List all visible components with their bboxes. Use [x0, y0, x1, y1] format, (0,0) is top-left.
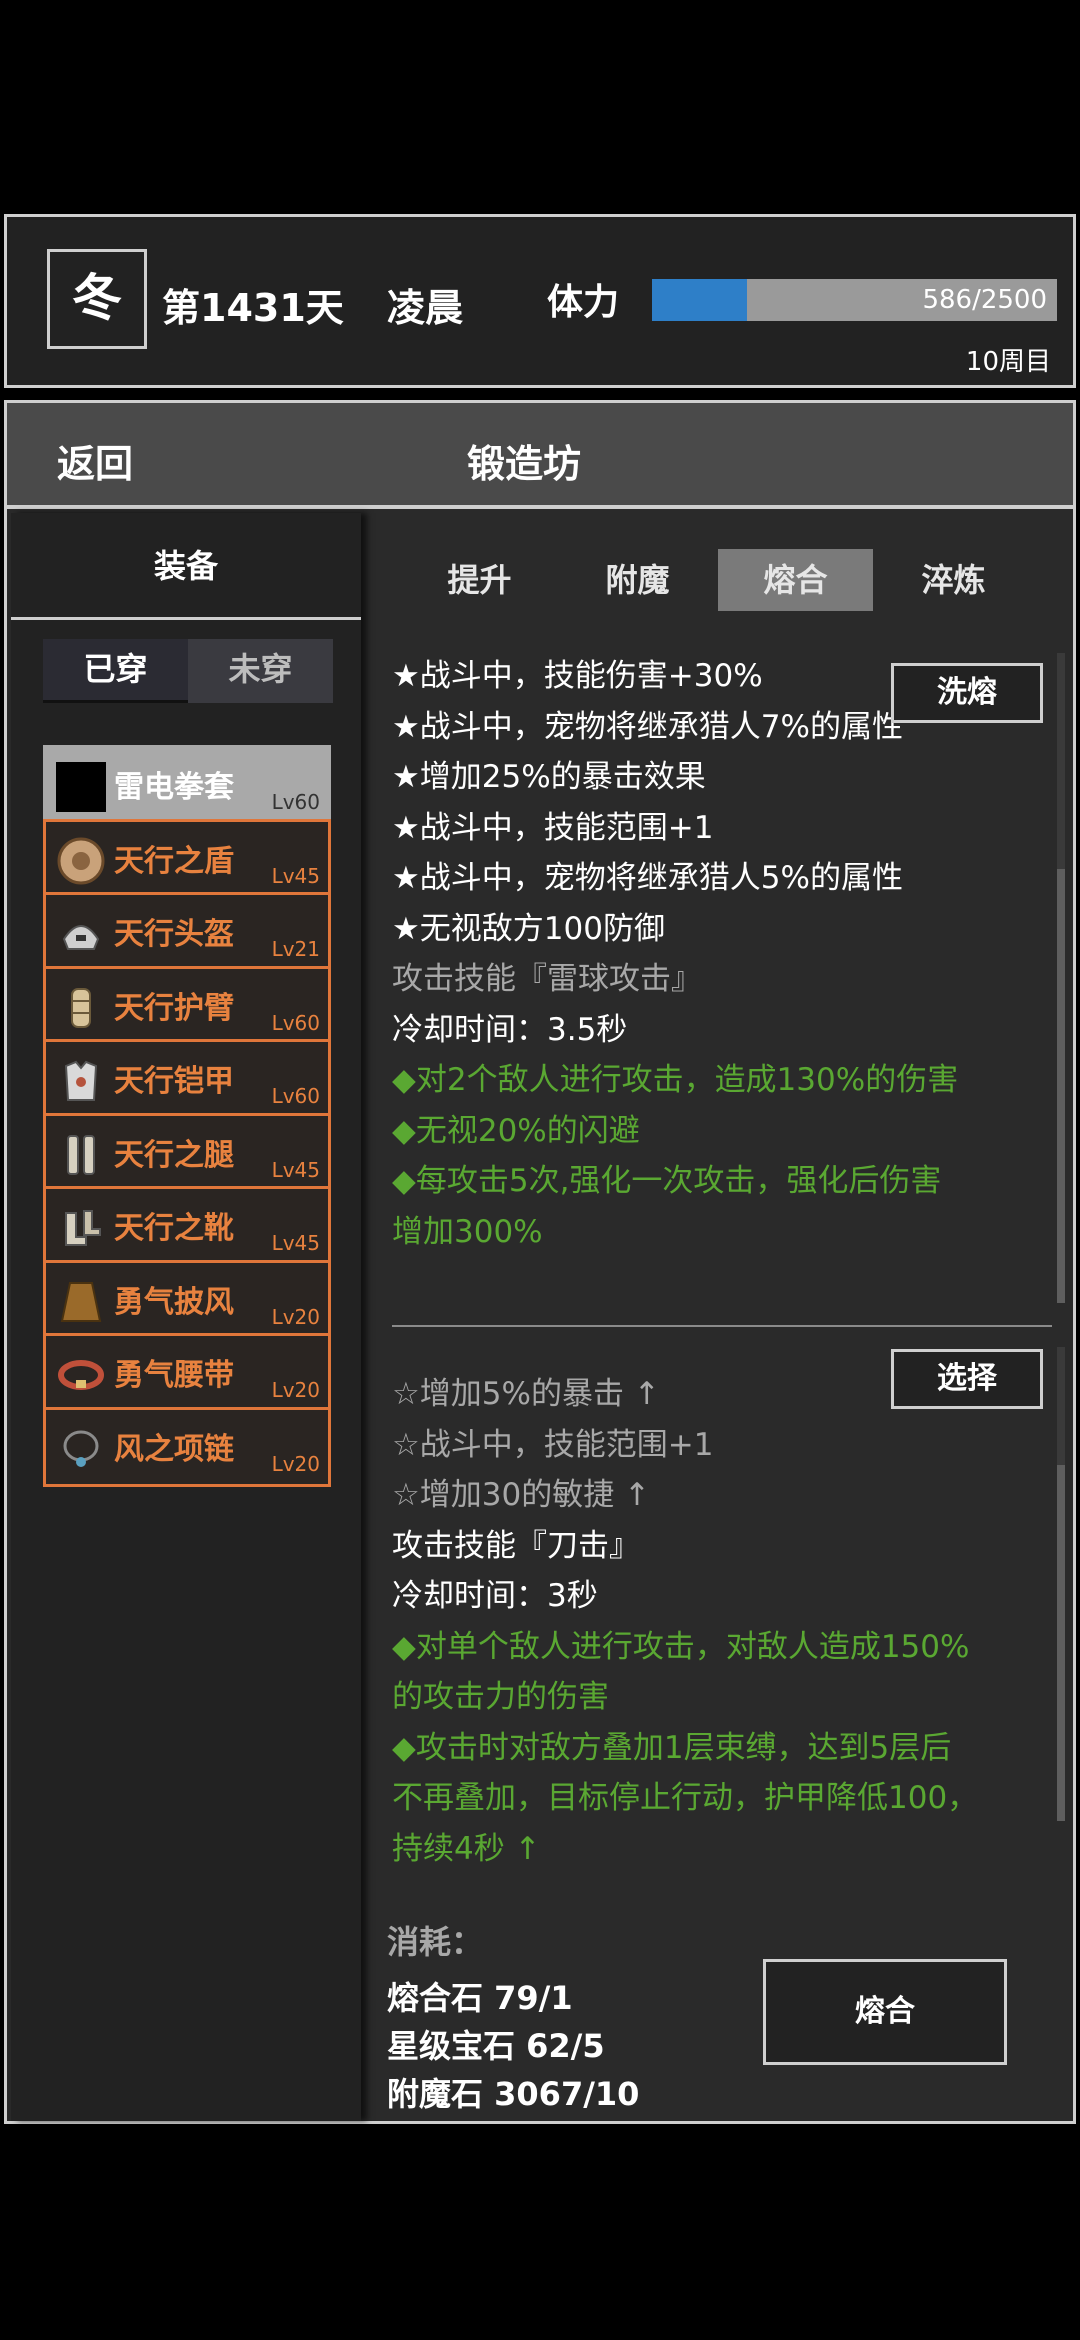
- equipment-item[interactable]: 勇气披风 Lv20: [43, 1259, 331, 1340]
- equipment-name: 雷电拳套: [114, 770, 234, 805]
- bracer-icon: [56, 983, 106, 1033]
- equipment-level: Lv45: [271, 1231, 320, 1255]
- helmet-icon: [56, 909, 106, 959]
- equipment-name: 天行之腿: [114, 1137, 234, 1173]
- equipment-level: Lv60: [271, 1010, 320, 1035]
- cost-star-gem: 星级宝石 62/5: [387, 2027, 605, 2065]
- candidate-attribute-line: ◆对单个敌人进行攻击，对敌人造成150%: [392, 1628, 970, 1665]
- forge-panel: 装备 已穿 未穿 雷电拳套 Lv60 天行之盾 Lv45 天行头盔 Lv21 天行护臂 Lv6…: [4, 506, 1076, 2124]
- equipment-level: Lv20: [271, 1304, 320, 1329]
- shield-icon: [56, 836, 106, 886]
- fuse-button[interactable]: 熔合: [763, 1959, 1007, 2065]
- equipment-item[interactable]: 天行头盔 Lv21: [43, 892, 331, 972]
- equipment-level: Lv60: [271, 1084, 320, 1108]
- tab-unworn[interactable]: 未穿: [188, 639, 333, 703]
- current-attribute-line: ◆对2个敌人进行攻击，造成130%的伤害: [392, 1062, 959, 1098]
- current-attribute-line: 冷却时间：3.5秒: [392, 1011, 628, 1048]
- equipment-name: 勇气腰带: [114, 1358, 234, 1393]
- sidebar-divider: [11, 617, 361, 620]
- equipment-name: 天行护臂: [114, 990, 234, 1026]
- page-title: 锻造坊: [467, 442, 582, 486]
- candidate-scroll-thumb[interactable]: [1057, 1465, 1065, 1821]
- time-of-day: 凌晨: [387, 286, 464, 330]
- stamina-value: 586/2500: [922, 285, 1047, 315]
- rewash-button[interactable]: 洗熔: [891, 663, 1043, 723]
- current-attribute-line: ★战斗中，技能范围+1: [392, 809, 714, 846]
- current-attribute-line: ★增加25%的暴击效果: [392, 759, 706, 795]
- equipment-item[interactable]: 风之项链 Lv20: [43, 1406, 331, 1487]
- candidate-attribute-line: 持续4秒 ↑: [392, 1830, 541, 1867]
- equipment-name: 天行之靴: [114, 1211, 234, 1246]
- cost-enchant-stone: 附魔石 3067/10: [387, 2075, 640, 2113]
- candidate-scrollbar[interactable]: [1057, 1347, 1065, 1821]
- current-attribute-line: 攻击技能『雷球攻击』: [392, 961, 702, 997]
- current-attribute-line: ◆无视20%的闪避: [392, 1112, 640, 1149]
- equipment-level: Lv20: [271, 1378, 320, 1402]
- season-badge: 冬: [47, 249, 147, 349]
- stamina-bar: 586/2500: [652, 279, 1057, 321]
- equipment-level: Lv45: [271, 863, 320, 888]
- necklace-icon: [56, 1424, 106, 1474]
- candidate-attribute-line: ☆增加5%的暴击 ↑: [392, 1376, 660, 1412]
- equipment-name: 风之项链: [114, 1431, 234, 1467]
- boots-icon: [56, 1203, 106, 1253]
- equipment-item[interactable]: 天行之靴 Lv45: [43, 1186, 331, 1266]
- current-attribute-line: 增加300%: [392, 1213, 543, 1250]
- equipment-item[interactable]: 天行之腿 Lv45: [43, 1112, 331, 1193]
- current-attribute-line: ★无视敌方100防御: [392, 910, 665, 947]
- equipment-name: 天行之盾: [114, 843, 234, 879]
- black-square-icon: [56, 762, 106, 812]
- tab-worn[interactable]: 已穿: [43, 639, 188, 703]
- equipment-name: 勇气披风: [114, 1284, 234, 1320]
- candidate-attribute-line: 攻击技能『刀击』: [392, 1527, 640, 1564]
- candidate-attribute-line: ◆攻击时对敌方叠加1层束缚，达到5层后: [392, 1729, 952, 1766]
- day-counter: 第1431天: [162, 286, 344, 330]
- armor-icon: [56, 1056, 106, 1106]
- candidate-attribute-line: 的攻击力的伤害: [392, 1679, 609, 1715]
- candidate-attribute-line: ☆战斗中，技能范围+1: [392, 1426, 714, 1463]
- equipment-item[interactable]: 勇气腰带 Lv20: [43, 1333, 331, 1413]
- cost-label: 消耗：: [387, 1923, 484, 1961]
- equipment-name: 天行铠甲: [114, 1064, 234, 1099]
- equipment-sidebar: 装备 已穿 未穿 雷电拳套 Lv60 天行之盾 Lv45 天行头盔 Lv21 天行护臂 Lv6…: [11, 513, 361, 2121]
- equipment-level: Lv21: [271, 937, 320, 961]
- sidebar-header: 装备: [153, 547, 218, 585]
- leg-armor-icon: [56, 1130, 106, 1180]
- title-bar: 返回 锻造坊: [4, 400, 1076, 508]
- tab-fuse[interactable]: 熔合: [718, 549, 873, 611]
- belt-icon: [56, 1350, 106, 1400]
- cycle-counter: 10周目: [965, 347, 1051, 377]
- cost-fusion-stone: 熔合石 79/1: [387, 1979, 573, 2017]
- current-attribute-line: ★战斗中，宠物将继承猎人7%的属性: [392, 708, 903, 745]
- current-scrollbar[interactable]: [1057, 653, 1065, 1303]
- equipment-level: Lv20: [271, 1451, 320, 1476]
- equipment-level: Lv60: [271, 790, 320, 814]
- equipment-item[interactable]: 雷电拳套 Lv60: [43, 745, 331, 825]
- equipment-item[interactable]: 天行护臂 Lv60: [43, 965, 331, 1046]
- current-scroll-thumb[interactable]: [1057, 869, 1065, 1303]
- equipment-level: Lv45: [271, 1157, 320, 1182]
- equipment-item[interactable]: 天行之盾 Lv45: [43, 818, 331, 899]
- tab-enchant[interactable]: 附魔: [560, 549, 715, 611]
- current-attribute-line: ◆每攻击5次,强化一次攻击，强化后伤害: [392, 1163, 942, 1199]
- current-attribute-line: ★战斗中，宠物将继承猎人5%的属性: [392, 860, 903, 896]
- candidate-attribute-line: 不再叠加，目标停止行动，护甲降低100，: [392, 1780, 979, 1816]
- candidate-attribute-line: 冷却时间：3秒: [392, 1578, 598, 1614]
- wear-tabs: 已穿 未穿: [43, 639, 333, 703]
- section-divider: [392, 1325, 1052, 1327]
- select-button[interactable]: 选择: [891, 1349, 1043, 1409]
- tab-upgrade[interactable]: 提升: [402, 549, 557, 611]
- stamina-label: 体力: [547, 282, 620, 323]
- tab-temper[interactable]: 淬炼: [876, 549, 1031, 611]
- current-attribute-line: ★战斗中，技能伤害+30%: [392, 658, 763, 694]
- back-button[interactable]: 返回: [57, 433, 133, 488]
- candidate-attribute-line: ☆增加30的敏捷 ↑: [392, 1477, 651, 1513]
- equipment-name: 天行头盔: [114, 917, 234, 952]
- equipment-item[interactable]: 天行铠甲 Lv60: [43, 1039, 331, 1119]
- status-panel: 冬 第1431天 凌晨 体力 586/2500 10周目: [4, 214, 1076, 388]
- stamina-bar-fill: [652, 279, 747, 321]
- cape-icon: [56, 1277, 106, 1327]
